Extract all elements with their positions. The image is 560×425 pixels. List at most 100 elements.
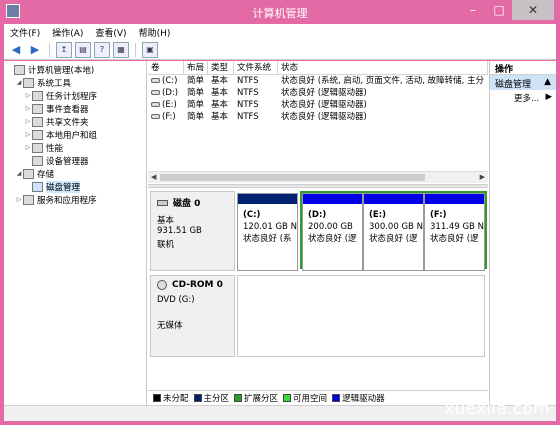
cdrom-0-info[interactable]: CD-ROM 0 DVD (G:) 无媒体 (150, 275, 235, 357)
actions-section-label: 磁盘管理 (495, 80, 532, 90)
close-button[interactable]: ✕ (512, 0, 554, 20)
tree-item[interactable]: 磁盘管理 (4, 180, 146, 193)
cell-type: 基本 (211, 88, 229, 98)
cell-status: 状态良好 (逻辑驱动器) (281, 100, 367, 110)
disk-0-info[interactable]: 磁盘 0 基本 931.51 GB 联机 (150, 191, 235, 271)
show-tree-icon[interactable]: ▤ (75, 41, 91, 58)
partition-name: (C:) (243, 210, 261, 220)
expand-arrow-icon[interactable]: ▷ (24, 105, 32, 112)
clock-icon (32, 90, 43, 101)
collapse-up-icon[interactable]: ▲ (544, 77, 551, 88)
cell-status: 状态良好 (系统, 启动, 页面文件, 活动, 故障转储, 主分 (281, 76, 485, 86)
volume-row[interactable]: (F:) 简单 基本 NTFS 状态良好 (逻辑驱动器) (148, 111, 488, 123)
cell-filesystem: NTFS (237, 112, 259, 122)
tree-item-label: 事件查看器 (46, 104, 89, 115)
performance-icon (32, 142, 43, 153)
cell-layout: 简单 (187, 112, 205, 122)
cdrom-0-media: 无媒体 (157, 321, 183, 331)
volume-row[interactable]: (E:) 简单 基本 NTFS 状态良好 (逻辑驱动器) (148, 99, 488, 111)
console-view-icon[interactable]: ▦ (113, 41, 129, 58)
partition-size: 311.49 GB N (430, 222, 484, 232)
forward-arrow-icon[interactable]: ▶ (27, 42, 43, 58)
partition-status: 状态良好 (逻 (430, 234, 479, 244)
tree-item[interactable]: ▷ 共享文件夹 (4, 115, 146, 128)
cell-type: 基本 (211, 112, 229, 122)
col-layout[interactable]: 布局 (184, 61, 208, 74)
cell-filesystem: NTFS (237, 76, 259, 86)
menu-action[interactable]: 操作(A) (46, 24, 89, 40)
cell-volume: (C:) (148, 75, 184, 87)
menu-help[interactable]: 帮助(H) (133, 24, 177, 40)
more-actions[interactable]: 更多... ▶ (490, 90, 556, 104)
help-icon[interactable]: ? (94, 41, 110, 58)
menu-view[interactable]: 查看(V) (89, 24, 132, 40)
partition-block[interactable]: (E:) 300.00 GB N 状态良好 (逻 (363, 193, 424, 271)
partition-block[interactable]: (D:) 200.00 GB 状态良好 (逻 (302, 193, 363, 271)
horizontal-scrollbar[interactable]: ◀ ▶ (148, 171, 488, 183)
tree-item[interactable]: 计算机管理(本地) (4, 63, 146, 76)
legend-item: 扩展分区 (234, 392, 278, 404)
legend: 未分配 主分区 扩展分区 可用空间 逻辑驱动器 (148, 390, 488, 405)
tree-item-label: 任务计划程序 (46, 91, 98, 102)
tree-item-label: 本地用户和组 (46, 130, 98, 141)
cell-volume: (F:) (148, 111, 184, 123)
expand-arrow-icon[interactable]: ▷ (15, 196, 23, 203)
title-bar[interactable]: 计算机管理 – □ ✕ (0, 0, 560, 24)
tree-item[interactable]: ◢ 系统工具 (4, 76, 146, 89)
navigation-tree: 计算机管理(本地) ◢ 系统工具 ▷ 任务计划程序 ▷ 事件查看器 ▷ 共享文件夹 ▷ 本地用户和组… (4, 61, 147, 405)
partition-block[interactable]: (F:) 311.49 GB N 状态良好 (逻 (424, 193, 485, 271)
tree-item-label: 存储 (37, 169, 55, 180)
partition-status: 状态良好 (逻 (308, 234, 357, 244)
tree-item[interactable]: ▷ 性能 (4, 141, 146, 154)
scroll-right-icon[interactable]: ▶ (480, 172, 485, 183)
legend-item: 未分配 (153, 392, 189, 404)
col-status[interactable]: 状态 (278, 61, 488, 74)
tree-item-label: 性能 (46, 143, 64, 154)
col-volume[interactable]: 卷 (148, 61, 184, 74)
storage-icon (23, 168, 34, 179)
partition-type-bar (238, 194, 297, 204)
scroll-thumb[interactable] (160, 174, 425, 181)
back-arrow-icon[interactable]: ◀ (8, 42, 24, 58)
volume-row[interactable]: (D:) 简单 基本 NTFS 状态良好 (逻辑驱动器) (148, 87, 488, 99)
expand-arrow-icon[interactable]: ▷ (24, 144, 32, 151)
expand-arrow-icon[interactable]: ▷ (24, 118, 32, 125)
partition-name: (F:) (430, 210, 447, 220)
tree-item-label: 磁盘管理 (46, 180, 81, 193)
maximize-button[interactable]: □ (486, 0, 512, 20)
partition-name: (E:) (369, 210, 386, 220)
tree-item[interactable]: 设备管理器 (4, 154, 146, 167)
toolbar: ◀ ▶ ↥ ▤ ? ▦ ▣ (4, 40, 556, 60)
partition-block[interactable]: (C:) 120.01 GB N 状态良好 (系 (237, 193, 298, 271)
tree-item[interactable]: ▷ 任务计划程序 (4, 89, 146, 102)
properties-icon[interactable]: ▣ (142, 41, 158, 58)
tools-icon (23, 77, 34, 88)
actions-section-disk-management[interactable]: 磁盘管理 ▲ (490, 75, 556, 90)
cell-status: 状态良好 (逻辑驱动器) (281, 88, 367, 98)
col-filesystem[interactable]: 文件系统 (234, 61, 278, 74)
minimize-button[interactable]: – (460, 0, 486, 20)
content-area: 计算机管理(本地) ◢ 系统工具 ▷ 任务计划程序 ▷ 事件查看器 ▷ 共享文件夹 ▷ 本地用户和组… (4, 61, 556, 405)
drive-icon (151, 78, 160, 83)
up-folder-icon[interactable]: ↥ (56, 41, 72, 58)
expand-arrow-icon[interactable]: ◢ (15, 170, 23, 177)
tree-item-label: 计算机管理(本地) (28, 65, 95, 76)
expand-arrow-icon[interactable]: ◢ (15, 79, 23, 86)
tree-item[interactable]: ▷ 事件查看器 (4, 102, 146, 115)
menu-file[interactable]: 文件(F) (4, 24, 46, 40)
legend-swatch (332, 394, 341, 402)
volume-row[interactable]: (C:) 简单 基本 NTFS 状态良好 (系统, 启动, 页面文件, 活动, 故障转储… (148, 75, 488, 87)
tree-item[interactable]: ◢ 存储 (4, 167, 146, 180)
volume-list: 卷 布局 类型 文件系统 状态 (C:) 简单 基本 NTFS 状态良好 (系统, 启动… (148, 61, 488, 171)
col-type[interactable]: 类型 (208, 61, 234, 74)
extended-partition[interactable]: (D:) 200.00 GB 状态良好 (逻 (E:) 300.00 GB N 状态良好 … (300, 191, 487, 271)
disk-graphical-view: 磁盘 0 基本 931.51 GB 联机 (C:) 120.01 GB N 状态良好… (148, 188, 488, 388)
expand-arrow-icon[interactable]: ▷ (24, 131, 32, 138)
expand-arrow-icon[interactable]: ▷ (24, 92, 32, 99)
cdrom-0-name: CD-ROM 0 (172, 280, 223, 290)
watermark: xuexila.com (444, 399, 550, 419)
legend-label: 主分区 (203, 394, 230, 404)
scroll-left-icon[interactable]: ◀ (151, 172, 156, 183)
tree-item[interactable]: ▷ 服务和应用程序 (4, 193, 146, 206)
tree-item[interactable]: ▷ 本地用户和组 (4, 128, 146, 141)
